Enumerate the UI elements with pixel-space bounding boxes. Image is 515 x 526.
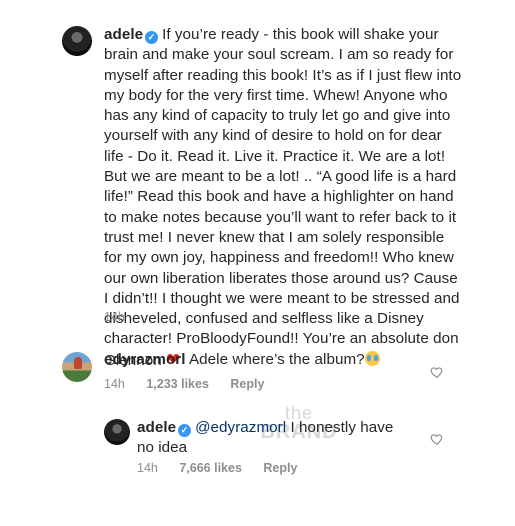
avatar[interactable] (62, 26, 92, 56)
comment-meta: 14h 1,233 likes Reply (104, 377, 282, 391)
comment-body: If you’re ready - this book will shake y… (104, 26, 462, 369)
tears-of-joy-icon (364, 351, 380, 366)
heart-outline-icon[interactable] (430, 432, 444, 446)
username[interactable]: adele (137, 419, 176, 436)
comment-meta: 14h 7,666 likes Reply (137, 461, 315, 475)
likes-count[interactable]: 7,666 likes (179, 461, 242, 475)
reply-button[interactable]: Reply (263, 461, 297, 475)
comment-text: edyrazmorl Adele where’s the album? (104, 350, 424, 370)
likes-count[interactable]: 1,233 likes (146, 377, 209, 391)
comment-text: adele ✓ If you’re ready - this book will s… (104, 25, 464, 371)
avatar[interactable] (104, 419, 130, 445)
timestamp[interactable]: 14h (137, 461, 158, 475)
verified-badge-icon: ✓ (178, 424, 192, 437)
mention-link[interactable]: @edyrazmorl (195, 419, 286, 436)
comment-text: adele ✓ @edyrazmorl I honestly have no ide… (137, 418, 407, 459)
reply-button[interactable]: Reply (230, 377, 264, 391)
timestamp[interactable]: 14h (104, 310, 125, 324)
comment-body: Adele where’s the album? (188, 351, 365, 368)
avatar[interactable] (62, 352, 92, 382)
username[interactable]: edyrazmorl (104, 351, 186, 368)
timestamp[interactable]: 14h (104, 377, 125, 391)
username[interactable]: adele (104, 26, 143, 43)
heart-outline-icon[interactable] (430, 365, 444, 379)
verified-badge-icon: ✓ (145, 31, 159, 44)
comment-meta: 14h (104, 310, 143, 324)
